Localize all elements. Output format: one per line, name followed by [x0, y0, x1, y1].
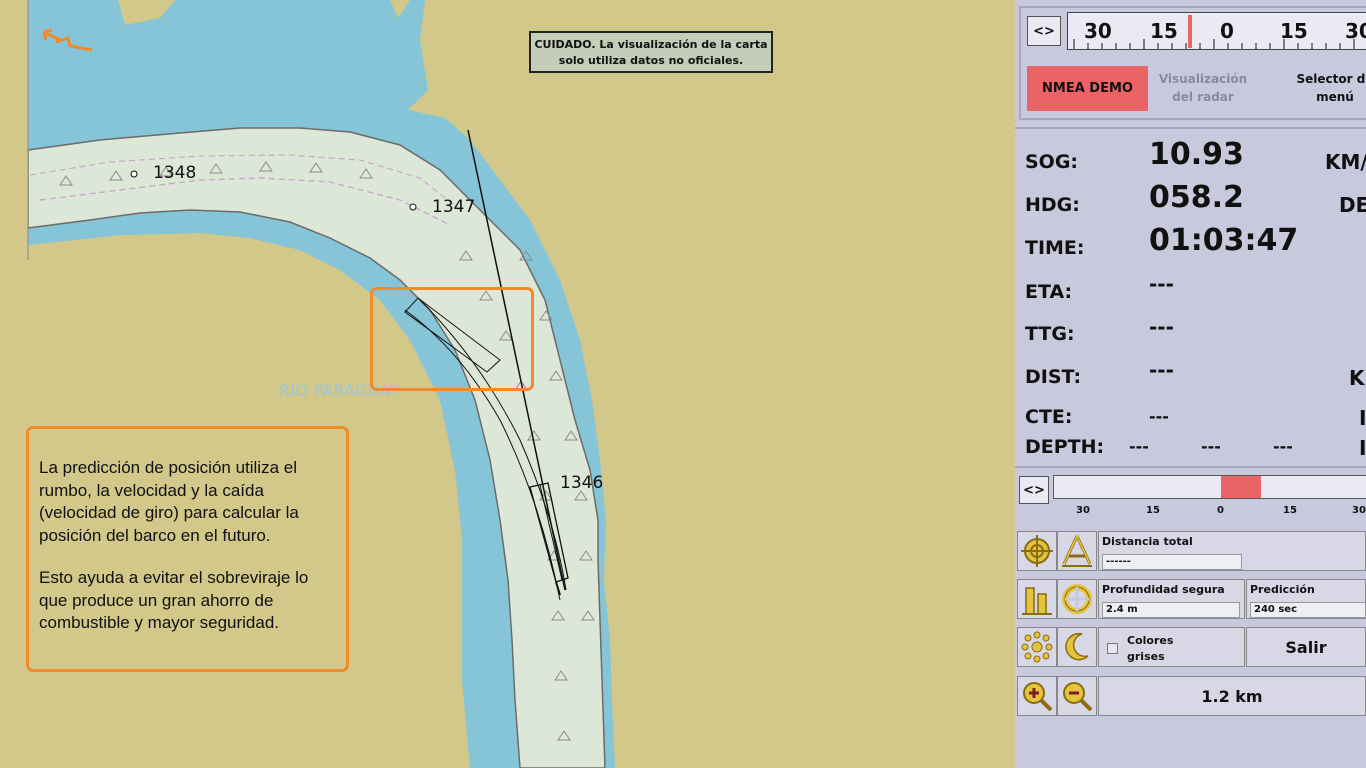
depth-unit: I: [1359, 436, 1366, 460]
prediction-label: Predicción: [1250, 583, 1315, 596]
dist-unit: KI: [1349, 366, 1366, 390]
cte-value: ---: [1149, 407, 1169, 426]
grey-colors-toggle[interactable]: Colores grises: [1098, 627, 1245, 667]
safe-depth-field[interactable]: Profundidad segura 2.4 m: [1098, 579, 1245, 619]
divider: [1015, 466, 1366, 468]
hdg-unit: DE: [1339, 193, 1366, 217]
brightness-icon[interactable]: [1017, 627, 1057, 667]
total-distance-field: Distancia total ------: [1098, 531, 1366, 571]
nmea-demo-button[interactable]: NMEA DEMO: [1027, 66, 1148, 111]
total-distance-label: Distancia total: [1102, 535, 1193, 548]
swap-button-secondary[interactable]: <>: [1019, 476, 1049, 504]
hdg-value: 058.2: [1149, 180, 1244, 215]
scale-tick-label: 15: [1150, 19, 1178, 43]
chart-warning: CUIDADO. La visualización de la carta so…: [529, 31, 773, 73]
eta-value: ---: [1149, 272, 1174, 296]
lifebuoy-icon[interactable]: [1057, 579, 1097, 619]
radar-button-line: del radar: [1172, 90, 1234, 104]
km-marker-dot: [409, 203, 417, 211]
slider-tick-label: 30: [1352, 505, 1366, 516]
rudder-indicator: [1188, 15, 1192, 48]
menu-button-line: Selector de: [1296, 72, 1366, 86]
swap-button[interactable]: <>: [1027, 16, 1061, 46]
slider-tick-label: 0: [1217, 505, 1224, 516]
radar-view-button[interactable]: Visualización del radar: [1153, 70, 1253, 106]
zoom-out-icon[interactable]: [1057, 676, 1097, 716]
ttg-label: TTG:: [1025, 323, 1075, 345]
hdg-label: HDG:: [1025, 194, 1080, 216]
cte-label: CTE:: [1025, 406, 1073, 428]
depth-gauge-icon[interactable]: [1017, 579, 1057, 619]
km-marker-1348: 1348: [153, 163, 197, 183]
rudder-scale: 30 15 0 15 30: [1067, 12, 1366, 50]
menu-button-line: menú: [1316, 90, 1354, 104]
km-marker-dot: [130, 170, 138, 178]
slider-tick-label: 30: [1076, 505, 1090, 516]
dist-value: ---: [1149, 358, 1174, 382]
night-mode-moon-icon[interactable]: [1057, 627, 1097, 667]
eta-label: ETA:: [1025, 281, 1073, 303]
depth-value: ---: [1129, 437, 1149, 456]
grey-colors-label: Colores: [1127, 634, 1174, 647]
chart-view[interactable]: 1348 1347 1346 CUIDADO. La visualización…: [0, 0, 1015, 768]
dist-label: DIST:: [1025, 366, 1082, 388]
warning-line: solo utiliza datos no oficiales.: [558, 54, 744, 67]
info-paragraph: Esto ayuda a evitar el sobreviraje lo qu…: [39, 568, 309, 632]
navigation-data: SOG: 10.93 KM/ HDG: 058.2 DE TIME: 01:03…: [1015, 127, 1366, 467]
slider-tick-label: 15: [1283, 505, 1297, 516]
scale-tick-label: 30: [1084, 19, 1112, 43]
sog-unit: KM/: [1325, 150, 1366, 174]
turn-rate-indicator: [1221, 476, 1261, 498]
slider-tick-label: 15: [1146, 505, 1160, 516]
scale-tick-label: 0: [1220, 19, 1234, 43]
prediction-field[interactable]: Predicción 240 sec: [1246, 579, 1366, 619]
km-marker-1347: 1347: [432, 197, 476, 217]
menu-selector-button[interactable]: Selector de menú: [1285, 70, 1366, 106]
exit-button[interactable]: Salir: [1246, 627, 1366, 667]
ttg-value: ---: [1149, 315, 1174, 339]
warning-line: CUIDADO. La visualización de la carta: [534, 38, 768, 51]
time-value: 01:03:47: [1149, 223, 1299, 258]
scale-tick-label: 15: [1280, 19, 1308, 43]
prediction-value: 240 sec: [1250, 602, 1366, 618]
depth-label: DEPTH:: [1025, 436, 1105, 458]
grey-colors-label: grises: [1127, 650, 1165, 663]
route-compass-icon[interactable]: [1057, 531, 1097, 571]
instrument-panel: <> 30 15 0 15 30 NMEA DEMO Visualización…: [1015, 0, 1366, 768]
turn-rate-slider[interactable]: [1053, 475, 1366, 499]
total-distance-value: ------: [1102, 554, 1242, 570]
grey-colors-checkbox[interactable]: [1107, 643, 1118, 654]
sog-label: SOG:: [1025, 151, 1079, 173]
sog-value: 10.93: [1149, 137, 1244, 172]
radar-button-line: Visualización: [1158, 72, 1248, 86]
depth-value: ---: [1273, 437, 1293, 456]
safe-depth-value: 2.4 m: [1102, 602, 1240, 618]
prediction-highlight-box: [370, 287, 534, 391]
zoom-in-icon[interactable]: [1017, 676, 1057, 716]
depth-value: ---: [1201, 437, 1221, 456]
info-callout: La predicción de posición utiliza el rum…: [26, 426, 349, 672]
km-marker-1346: 1346: [560, 473, 604, 493]
zoom-scale-display: 1.2 km: [1098, 676, 1366, 716]
time-label: TIME:: [1025, 237, 1085, 259]
scale-tick-label: 30: [1345, 19, 1366, 43]
cte-unit: I: [1359, 406, 1366, 430]
crosshair-target-icon[interactable]: [1017, 531, 1057, 571]
info-paragraph: La predicción de posición utiliza el rum…: [39, 458, 299, 545]
safe-depth-label: Profundidad segura: [1102, 583, 1225, 596]
